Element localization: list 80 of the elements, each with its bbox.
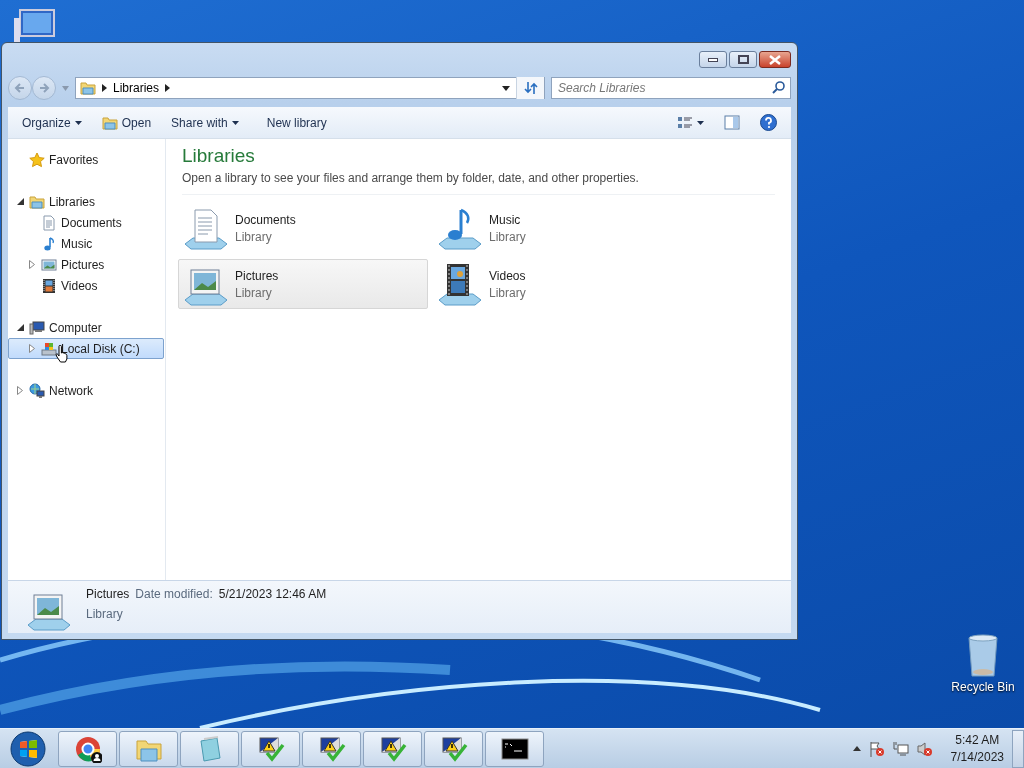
network-icon: [29, 382, 45, 399]
collapsed-arrow-icon[interactable]: [29, 260, 35, 269]
refresh-icon: [523, 81, 538, 95]
minimize-icon: [708, 57, 718, 62]
browser-icon: [73, 734, 102, 763]
breadcrumb-arrow-icon[interactable]: [102, 84, 107, 92]
library-item[interactable]: Videos Library: [432, 259, 682, 309]
library-folder-icon: [29, 193, 45, 210]
details-value: 5/21/2023 12:46 AM: [218, 587, 327, 601]
maximize-icon: [737, 55, 749, 64]
nav-tree-item[interactable]: Favorites: [8, 149, 164, 170]
taskbar-button[interactable]: [302, 730, 361, 767]
nav-tree-item[interactable]: Network: [8, 380, 164, 401]
document-icon: [41, 214, 57, 231]
toolbar-button[interactable]: New library: [258, 111, 335, 134]
refresh-button[interactable]: [516, 77, 544, 99]
caret-icon: [231, 120, 239, 125]
toolbar-button[interactable]: Share with: [163, 111, 247, 134]
view-options-icon: [677, 115, 693, 130]
action-center-flag-icon[interactable]: [868, 740, 885, 757]
clock[interactable]: 5:42 AM 7/14/2023: [950, 733, 1004, 764]
breadcrumb[interactable]: Libraries: [113, 81, 160, 95]
collapsed-arrow-icon[interactable]: [17, 386, 23, 395]
details-type: Library: [86, 607, 124, 621]
details-label: Date modified:: [135, 587, 213, 601]
close-button[interactable]: [759, 51, 791, 68]
nav-tree-item[interactable]: Documents: [8, 212, 164, 233]
star-icon: [29, 151, 45, 168]
page-title: Libraries: [182, 145, 256, 167]
taskbar-button[interactable]: [424, 730, 483, 767]
taskbar-button[interactable]: [363, 730, 422, 767]
disk-drive-icon: [41, 340, 57, 357]
forward-arrow-icon: [38, 82, 50, 94]
search-field[interactable]: Search Libraries: [551, 77, 791, 99]
nav-tree-item[interactable]: Pictures: [8, 254, 164, 275]
collapsed-arrow-icon[interactable]: [29, 344, 35, 353]
details-name: Pictures: [86, 587, 130, 601]
nav-tree-item[interactable]: Computer: [8, 317, 164, 338]
expanded-arrow-icon[interactable]: [16, 324, 24, 331]
help-icon: [760, 114, 777, 131]
picture-icon: [41, 256, 57, 273]
windows-orb-icon: [10, 730, 46, 767]
muted-speaker-icon[interactable]: [916, 740, 933, 757]
library-folder-icon: [101, 114, 118, 131]
film-strip-icon: [41, 277, 57, 294]
caret-icon: [697, 120, 704, 125]
warning-checkmark-icon: [317, 734, 346, 763]
warning-checkmark-icon: [256, 734, 285, 763]
breadcrumb-arrow-icon[interactable]: [165, 84, 171, 92]
maximize-button[interactable]: [729, 51, 757, 68]
warning-checkmark-icon: [439, 734, 468, 763]
dropdown-caret-icon[interactable]: [502, 85, 510, 91]
minimize-button[interactable]: [699, 51, 727, 68]
show-hidden-icons-icon[interactable]: [852, 746, 861, 751]
close-icon: [769, 54, 781, 65]
library-item[interactable]: Music Library: [432, 203, 682, 253]
expanded-arrow-icon[interactable]: [16, 198, 24, 205]
address-bar[interactable]: Libraries: [75, 77, 545, 99]
recycle-bin-icon[interactable]: [965, 632, 1001, 678]
warning-checkmark-icon: [378, 734, 407, 763]
nav-tree-item[interactable]: Libraries: [8, 191, 164, 212]
page-description: Open a library to see your files and arrange them by folder, date, and other properties.: [182, 171, 775, 195]
toolbar-button[interactable]: Open: [93, 110, 160, 135]
library-folder-icon: [80, 80, 96, 96]
network-status-icon[interactable]: [892, 740, 909, 757]
taskbar-button[interactable]: [241, 730, 300, 767]
desktop-icon-label: Recycle Bin: [951, 680, 1015, 694]
nav-tree-item[interactable]: Videos: [8, 275, 164, 296]
back-arrow-icon: [14, 82, 26, 94]
toolbar-button[interactable]: Organize: [14, 111, 90, 134]
taskbar-button[interactable]: [485, 730, 544, 767]
preview-pane-icon: [724, 115, 740, 130]
library-item[interactable]: Pictures Library: [178, 259, 428, 309]
computer-icon: [29, 319, 45, 336]
taskbar-button[interactable]: [58, 730, 117, 767]
library-item[interactable]: Documents Library: [178, 203, 428, 253]
search-icon: [772, 81, 785, 94]
caret-icon: [74, 120, 82, 125]
nav-tree-item[interactable]: Music: [8, 233, 164, 254]
music-note-icon: [41, 235, 57, 252]
